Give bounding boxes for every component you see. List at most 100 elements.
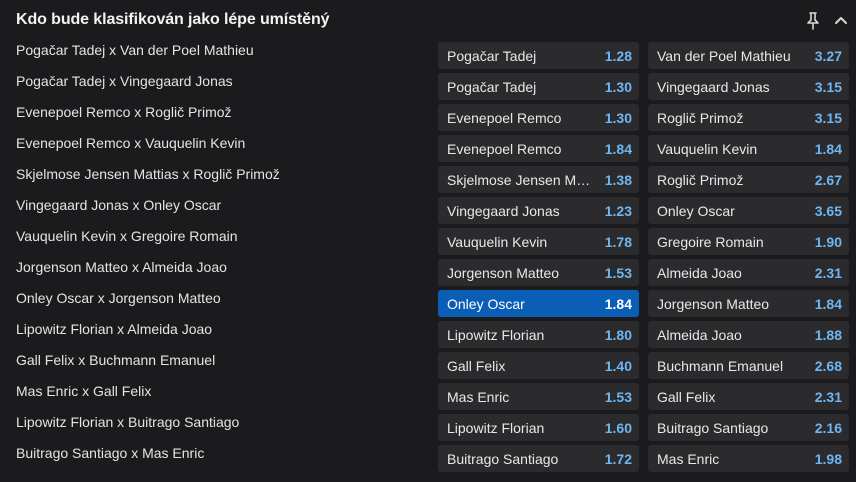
market-row: Jorgenson Matteo x Almeida Joao Jorgenson… (0, 257, 856, 288)
odd-value: 2.31 (814, 265, 842, 281)
odd-button-rider1[interactable]: Jorgenson Matteo 1.53 (438, 259, 639, 286)
odd-button-rider2[interactable]: Van der Poel Mathieu 3.27 (648, 42, 849, 69)
match-label: Buitrago Santiago x Mas Enric (16, 445, 205, 461)
match-label: Onley Oscar x Jorgenson Matteo (16, 290, 221, 306)
market-row: Vauquelin Kevin x Gregoire Romain Vauquel… (0, 226, 856, 257)
market-title: Kdo bude klasifikován jako lépe umístěný (16, 11, 330, 28)
match-label: Pogačar Tadej x Vingegaard Jonas (16, 73, 233, 89)
odd-value: 1.72 (604, 451, 632, 467)
odd-button-rider2[interactable]: Mas Enric 1.98 (648, 445, 849, 472)
match-label: Lipowitz Florian x Almeida Joao (16, 321, 213, 337)
rider-name: Almeida Joao (657, 265, 742, 281)
odd-button-rider1[interactable]: Mas Enric 1.53 (438, 383, 639, 410)
rider-name: Pogačar Tadej (447, 48, 537, 64)
rider-name: Roglič Primož (657, 110, 744, 126)
match-label: Skjelmose Jensen Mattias x Roglič Primož (16, 166, 280, 182)
market-row: Pogačar Tadej x Van der Poel Mathieu Poga… (0, 40, 856, 71)
market-row: Vingegaard Jonas x Onley Oscar Vingegaard… (0, 195, 856, 226)
rider-name: Evenepoel Remco (447, 141, 562, 157)
odd-value: 1.84 (604, 296, 632, 312)
match-label: Mas Enric x Gall Felix (16, 383, 152, 399)
odd-value: 3.65 (814, 203, 842, 219)
odd-button-rider2[interactable]: Onley Oscar 3.65 (648, 197, 849, 224)
odd-button-rider1[interactable]: Pogačar Tadej 1.30 (438, 73, 639, 100)
odd-button-rider1[interactable]: Vingegaard Jonas 1.23 (438, 197, 639, 224)
rider-name: Buitrago Santiago (657, 420, 769, 436)
market-row: Evenepoel Remco x Vauquelin Kevin Evenepo… (0, 133, 856, 164)
match-label: Vauquelin Kevin x Gregoire Romain (16, 228, 238, 244)
odd-button-rider2[interactable]: Gall Felix 2.31 (648, 383, 849, 410)
match-label: Lipowitz Florian x Buitrago Santiago (16, 414, 240, 430)
odd-value: 2.67 (814, 172, 842, 188)
odd-value: 3.15 (814, 110, 842, 126)
odd-button-rider2[interactable]: Vauquelin Kevin 1.84 (648, 135, 849, 162)
match-label: Jorgenson Matteo x Almeida Joao (16, 259, 227, 275)
odd-value: 1.28 (604, 48, 632, 64)
chevron-up-icon[interactable] (834, 14, 848, 26)
odd-button-rider2[interactable]: Roglič Primož 2.67 (648, 166, 849, 193)
odd-value: 3.27 (814, 48, 842, 64)
pin-icon[interactable] (806, 12, 820, 30)
market-panel: Kdo bude klasifikován jako lépe umístěný… (0, 0, 856, 482)
odd-button-rider1[interactable]: Onley Oscar 1.84 (438, 290, 639, 317)
odd-button-rider2[interactable]: Roglič Primož 3.15 (648, 104, 849, 131)
odd-value: 1.30 (604, 110, 632, 126)
match-label: Pogačar Tadej x Van der Poel Mathieu (16, 42, 254, 58)
odd-value: 1.84 (814, 296, 842, 312)
market-row: Buitrago Santiago x Mas Enric Buitrago Sa… (0, 443, 856, 474)
rider-name: Pogačar Tadej (447, 79, 537, 95)
odd-button-rider2[interactable]: Jorgenson Matteo 1.84 (648, 290, 849, 317)
market-row: Lipowitz Florian x Almeida Joao Lipowitz … (0, 319, 856, 350)
odd-value: 1.30 (604, 79, 632, 95)
odd-value: 1.90 (814, 234, 842, 250)
odd-value: 2.16 (814, 420, 842, 436)
match-label: Evenepoel Remco x Vauquelin Kevin (16, 135, 246, 151)
odd-value: 1.38 (604, 172, 632, 188)
match-label: Gall Felix x Buchmann Emanuel (16, 352, 216, 368)
market-row: Lipowitz Florian x Buitrago Santiago Lipo… (0, 412, 856, 443)
odd-button-rider1[interactable]: Gall Felix 1.40 (438, 352, 639, 379)
odd-button-rider2[interactable]: Buitrago Santiago 2.16 (648, 414, 849, 441)
odd-button-rider2[interactable]: Vingegaard Jonas 3.15 (648, 73, 849, 100)
market-row: Onley Oscar x Jorgenson Matteo Onley Osca… (0, 288, 856, 319)
odd-value: 1.53 (604, 389, 632, 405)
odd-value: 1.40 (604, 358, 632, 374)
rider-name: Skjelmose Jensen Mattias (447, 172, 597, 188)
odd-button-rider1[interactable]: Evenepoel Remco 1.30 (438, 104, 639, 131)
odd-button-rider2[interactable]: Almeida Joao 2.31 (648, 259, 849, 286)
market-row: Evenepoel Remco x Roglič Primož Evenepoel… (0, 102, 856, 133)
odd-value: 2.68 (814, 358, 842, 374)
odd-button-rider1[interactable]: Lipowitz Florian 1.60 (438, 414, 639, 441)
rider-name: Jorgenson Matteo (657, 296, 770, 312)
rider-name: Evenepoel Remco (447, 110, 562, 126)
odd-value: 2.31 (814, 389, 842, 405)
odd-value: 1.84 (604, 141, 632, 157)
odd-button-rider1[interactable]: Pogačar Tadej 1.28 (438, 42, 639, 69)
odd-value: 1.80 (604, 327, 632, 343)
market-row: Pogačar Tadej x Vingegaard Jonas Pogačar … (0, 71, 856, 102)
rider-name: Vingegaard Jonas (447, 203, 560, 219)
rider-name: Van der Poel Mathieu (657, 48, 791, 64)
rider-name: Vauquelin Kevin (657, 141, 758, 157)
odd-button-rider2[interactable]: Buchmann Emanuel 2.68 (648, 352, 849, 379)
market-row: Gall Felix x Buchmann Emanuel Gall Felix 1… (0, 350, 856, 381)
odd-button-rider1[interactable]: Buitrago Santiago 1.72 (438, 445, 639, 472)
rider-name: Mas Enric (657, 451, 720, 467)
odd-button-rider1[interactable]: Skjelmose Jensen Mattias 1.38 (438, 166, 639, 193)
odd-button-rider2[interactable]: Almeida Joao 1.88 (648, 321, 849, 348)
odd-value: 1.60 (604, 420, 632, 436)
odd-value: 1.88 (814, 327, 842, 343)
match-label: Evenepoel Remco x Roglič Primož (16, 104, 232, 120)
rider-name: Lipowitz Florian (447, 327, 545, 343)
odd-value: 1.78 (604, 234, 632, 250)
odd-button-rider1[interactable]: Lipowitz Florian 1.80 (438, 321, 639, 348)
rider-name: Mas Enric (447, 389, 510, 405)
rider-name: Lipowitz Florian (447, 420, 545, 436)
market-header[interactable]: Kdo bude klasifikován jako lépe umístěný (0, 0, 856, 40)
odd-button-rider1[interactable]: Vauquelin Kevin 1.78 (438, 228, 639, 255)
rider-name: Vingegaard Jonas (657, 79, 770, 95)
rider-name: Onley Oscar (657, 203, 735, 219)
odd-button-rider2[interactable]: Gregoire Romain 1.90 (648, 228, 849, 255)
odd-button-rider1[interactable]: Evenepoel Remco 1.84 (438, 135, 639, 162)
odd-value: 1.23 (604, 203, 632, 219)
